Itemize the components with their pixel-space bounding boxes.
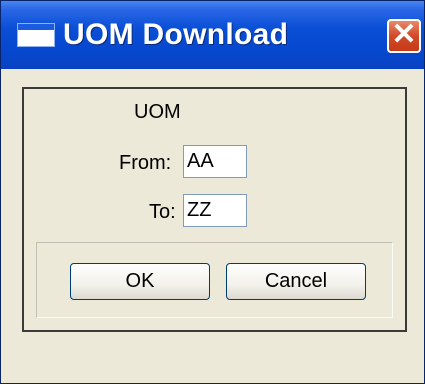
ok-button[interactable]: OK bbox=[70, 263, 210, 300]
button-group: OK Cancel bbox=[36, 242, 393, 318]
uom-panel: UOM From: AA To: ZZ OK Cancel bbox=[22, 87, 407, 332]
window-icon bbox=[17, 23, 55, 47]
title-bar[interactable]: UOM Download ✕ bbox=[1, 1, 424, 69]
close-button[interactable]: ✕ bbox=[387, 19, 421, 53]
to-label: To: bbox=[149, 201, 176, 223]
uom-heading: UOM bbox=[134, 101, 181, 123]
cancel-button[interactable]: Cancel bbox=[226, 263, 366, 300]
window-title: UOM Download bbox=[63, 18, 289, 51]
to-field[interactable]: ZZ bbox=[183, 194, 247, 227]
dialog-window: UOM Download ✕ UOM From: AA To: ZZ OK Ca… bbox=[0, 0, 425, 384]
from-field[interactable]: AA bbox=[183, 145, 247, 178]
from-label: From: bbox=[119, 152, 172, 174]
